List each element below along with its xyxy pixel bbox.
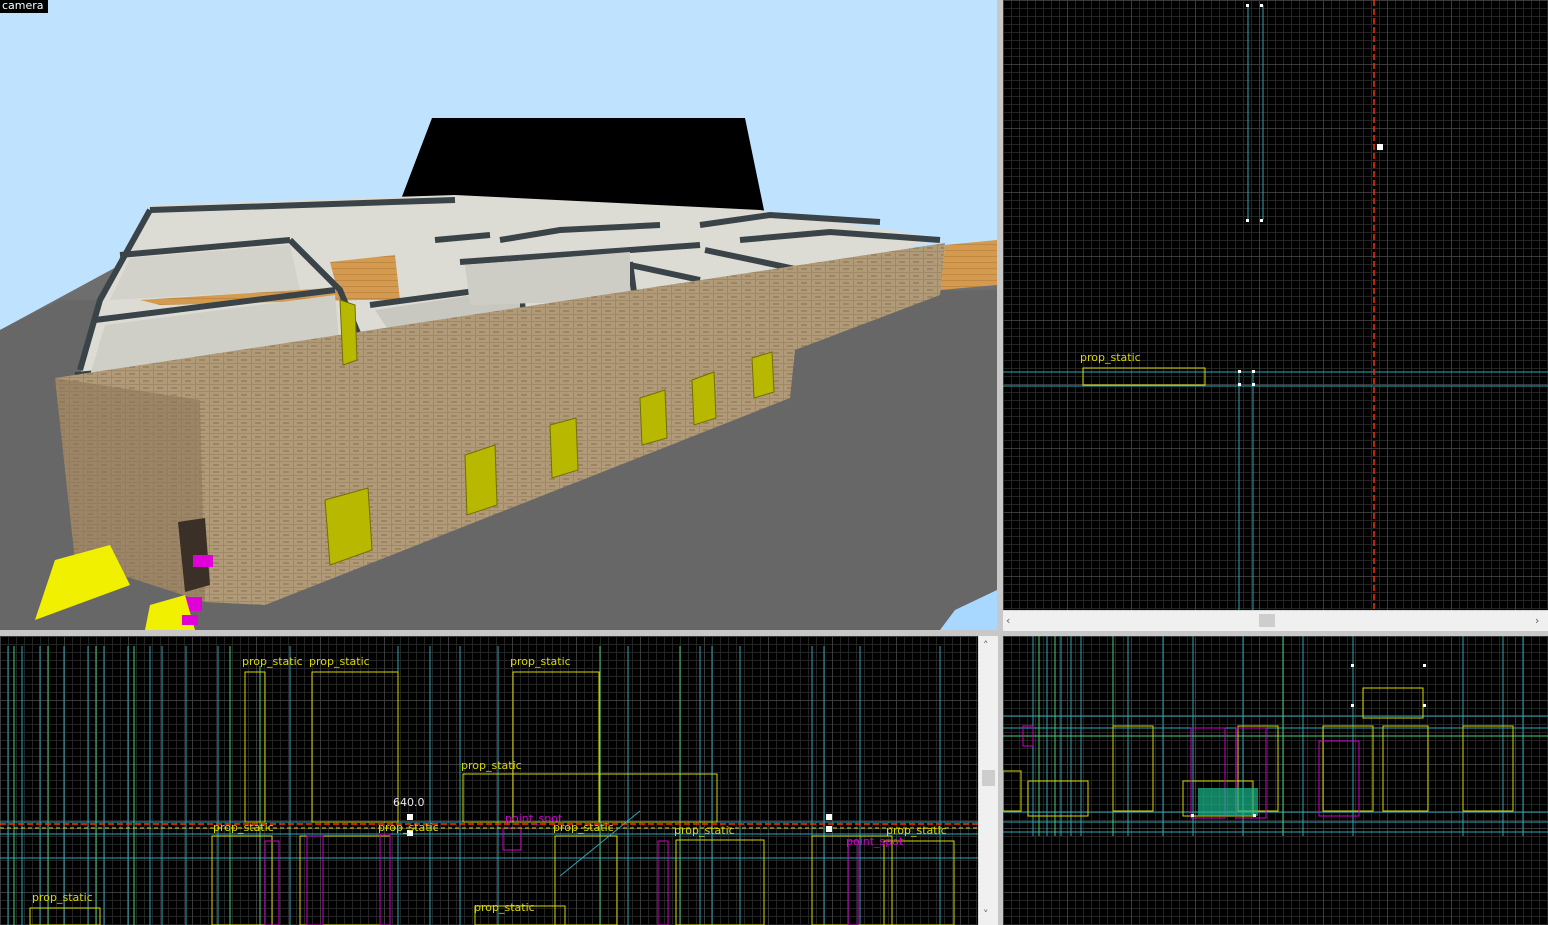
camera-scene — [0, 118, 997, 630]
chevron-left-icon[interactable]: ‹ — [1006, 615, 1010, 626]
scroll-thumb[interactable] — [1259, 614, 1275, 627]
side-viewport[interactable] — [1003, 636, 1548, 925]
front-viewport[interactable]: prop_static prop_static prop_static prop… — [0, 636, 978, 925]
front-prop-static-label: prop_static — [32, 891, 93, 904]
front-prop-static-label: prop_static — [242, 655, 303, 668]
side-geometry — [1003, 636, 1548, 836]
chevron-down-icon[interactable]: ˅ — [983, 909, 989, 920]
scroll-thumb[interactable] — [982, 770, 995, 786]
chevron-right-icon[interactable]: › — [1535, 615, 1539, 626]
front-prop-static-label: prop_static — [461, 759, 522, 772]
viewport-label-camera[interactable]: camera — [0, 0, 48, 13]
coordinate-readout: 640.0 — [393, 796, 425, 809]
front-prop-static-label: prop_static — [674, 824, 735, 837]
front-prop-static-label: prop_static — [309, 655, 370, 668]
front-prop-static-label: prop_static — [474, 901, 535, 914]
front-prop-static-label: prop_static — [553, 821, 614, 834]
chevron-up-icon[interactable]: ˄ — [983, 640, 989, 651]
front-prop-static-label: prop_static — [378, 821, 439, 834]
point-spot-label: point_spot — [846, 835, 904, 848]
top-viewport[interactable]: prop_static — [1003, 0, 1548, 610]
front-prop-static-label: prop_static — [510, 655, 571, 668]
front-geometry — [0, 646, 978, 925]
camera-viewport[interactable]: camera — [0, 0, 997, 630]
top-prop-static-label: prop_static — [1080, 351, 1141, 364]
front-viewport-vscroll[interactable]: ˄ ˅ — [978, 636, 998, 925]
top-geometry — [1003, 0, 1548, 610]
front-prop-static-label: prop_static — [213, 821, 274, 834]
top-viewport-hscroll[interactable]: ‹ › — [1003, 610, 1548, 631]
